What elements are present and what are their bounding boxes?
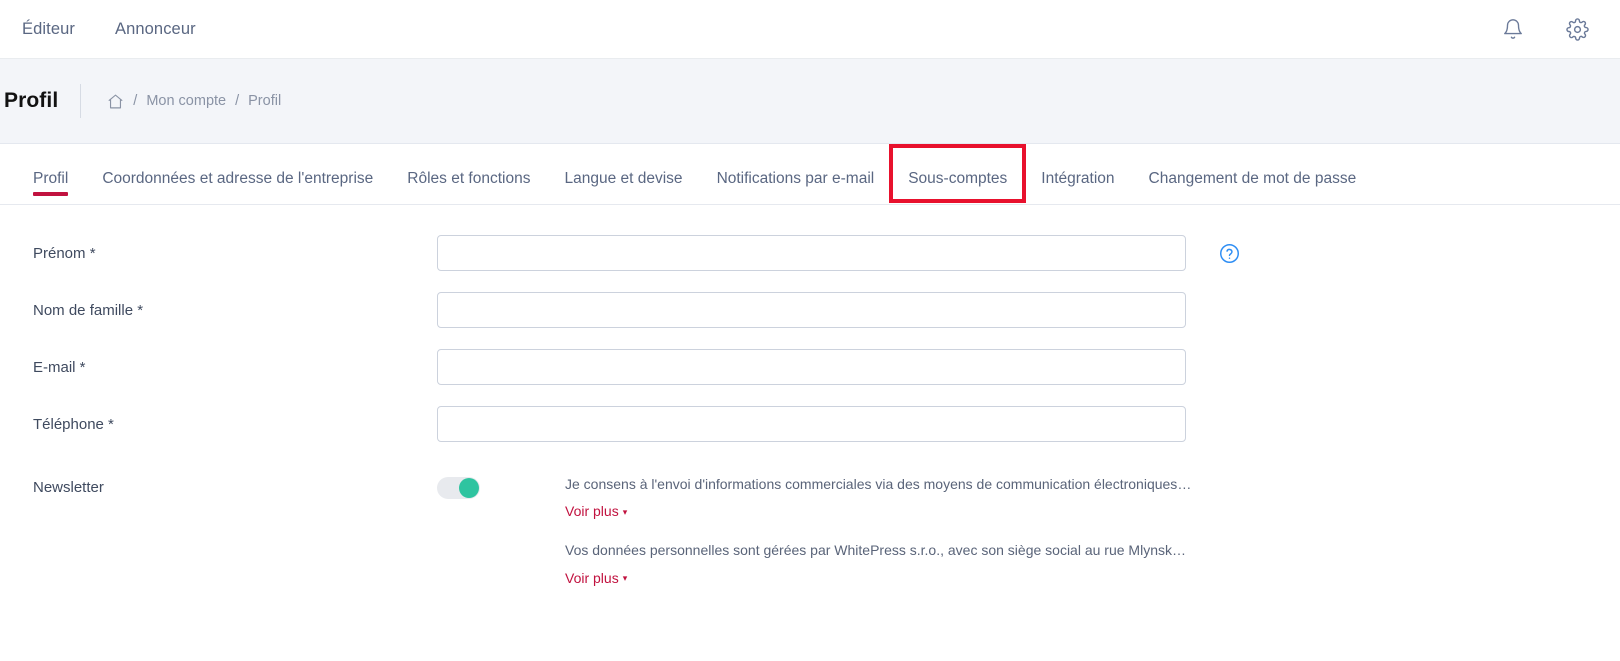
top-nav-links: Éditeur Annonceur xyxy=(22,20,196,39)
tab-changement-de-mot-de-passe[interactable]: Changement de mot de passe xyxy=(1132,170,1374,204)
breadcrumb: / Mon compte / Profil xyxy=(107,93,281,110)
voir-plus-privacy[interactable]: Voir plus ▾ xyxy=(565,570,627,586)
breadcrumb-separator-1: / xyxy=(133,93,138,109)
tab-bar: Profil Coordonnées et adresse de l'entre… xyxy=(0,144,1620,204)
label-newsletter: Newsletter xyxy=(33,479,104,496)
label-email: E-mail * xyxy=(33,358,86,376)
tab-bar-container: Profil Coordonnées et adresse de l'entre… xyxy=(0,144,1620,205)
top-navigation-bar: Éditeur Annonceur xyxy=(0,0,1620,59)
form-row-email: E-mail * xyxy=(0,349,1620,385)
newsletter-toggle[interactable] xyxy=(437,477,480,499)
form-row-newsletter: Newsletter Je consens à l'envoi d'inform… xyxy=(0,470,1620,607)
tab-coordonnees-adresse-entreprise[interactable]: Coordonnées et adresse de l'entreprise xyxy=(85,170,390,204)
voir-plus-commercial-label: Voir plus xyxy=(565,503,619,520)
breadcrumb-item-profil: Profil xyxy=(248,93,282,109)
tab-integration[interactable]: Intégration xyxy=(1024,170,1131,204)
page-header-bar: Profil / Mon compte / Profil xyxy=(0,59,1620,144)
profile-form: Prénom * Nom de famille * E-mail * Télép… xyxy=(0,205,1620,607)
consent-block: Je consens à l'envoi d'informations comm… xyxy=(565,470,1193,607)
tab-roles-et-fonctions[interactable]: Rôles et fonctions xyxy=(390,170,547,204)
header-divider xyxy=(80,84,82,118)
settings-gear-icon[interactable] xyxy=(1564,16,1590,42)
tab-bar-underline xyxy=(0,204,1620,205)
topnav-editeur[interactable]: Éditeur xyxy=(22,20,75,39)
home-icon[interactable] xyxy=(107,93,124,110)
tab-profil[interactable]: Profil xyxy=(33,170,85,204)
topbar-icon-group xyxy=(1500,16,1598,42)
chevron-down-icon: ▾ xyxy=(622,507,628,518)
consent-text-privacy: Vos données personnelles sont gérées par… xyxy=(565,542,1193,559)
breadcrumb-item-mon-compte[interactable]: Mon compte xyxy=(146,93,226,109)
first-name-input[interactable] xyxy=(437,235,1186,271)
consent-text-commercial: Je consens à l'envoi d'informations comm… xyxy=(565,476,1193,492)
form-row-phone: Téléphone * xyxy=(0,406,1620,442)
form-row-last-name: Nom de famille * xyxy=(0,292,1620,328)
voir-plus-commercial[interactable]: Voir plus ▾ xyxy=(565,503,627,519)
tab-sous-comptes[interactable]: Sous-comptes xyxy=(891,170,1024,204)
label-phone: Téléphone * xyxy=(33,415,114,433)
label-last-name: Nom de famille * xyxy=(33,301,144,319)
breadcrumb-separator-2: / xyxy=(235,93,240,109)
page-title: Profil xyxy=(4,89,59,112)
chevron-down-icon: ▾ xyxy=(622,573,628,584)
form-row-first-name: Prénom * xyxy=(0,235,1620,271)
tab-notifications-par-email[interactable]: Notifications par e-mail xyxy=(700,170,892,204)
topnav-annonceur[interactable]: Annonceur xyxy=(115,20,196,39)
voir-plus-privacy-label: Voir plus xyxy=(565,569,619,586)
tab-langue-et-devise[interactable]: Langue et devise xyxy=(547,170,699,204)
last-name-input[interactable] xyxy=(437,292,1186,328)
notification-bell-icon[interactable] xyxy=(1500,16,1526,42)
label-first-name: Prénom * xyxy=(33,244,96,262)
phone-input[interactable] xyxy=(437,406,1186,442)
newsletter-toggle-knob xyxy=(459,478,479,498)
help-circle-icon[interactable] xyxy=(1218,242,1240,264)
email-input[interactable] xyxy=(437,349,1186,385)
